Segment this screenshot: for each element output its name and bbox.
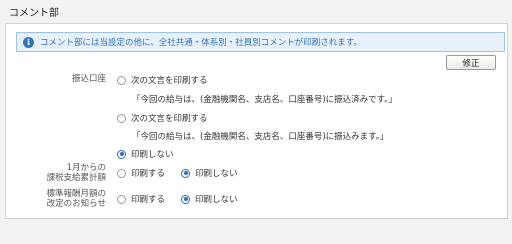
info-banner: i コメント部には当設定の他に、全社共通・体系別・社員別コメントが印刷されます。 [16,32,505,52]
option-label: 次の文言を印刷する [131,76,208,86]
option-label: 印刷する [131,169,166,179]
radio-taxable-none[interactable] [181,168,190,178]
edit-button[interactable]: 修正 [446,55,496,70]
transfer-done-message: 「今回の給与は、(金融機関名、支店名、口座番号)に振込済みです。」 [132,95,398,105]
radio-taxable-print[interactable] [117,168,126,178]
info-text: コメント部には当設定の他に、全社共通・体系別・社員別コメントが印刷されます。 [40,38,362,48]
taxable-cumulative-label: 1月からの 課税支給累計額 [6,163,106,183]
label-line: 改定のお知らせ [46,199,106,209]
standard-option-no-print[interactable]: 印刷しない [181,193,238,205]
taxable-option-print[interactable]: 印刷する [117,167,165,179]
standard-remuneration-label: 標準報酬月額の 改定のお知らせ [6,189,106,209]
transfer-option-print-done[interactable]: 次の文言を印刷する [117,74,208,86]
info-icon: i [23,36,34,48]
radio-standard-print[interactable] [117,194,126,204]
transfer-account-label: 振込口座 [71,74,106,84]
label-line: 課税支給累計額 [46,173,106,183]
taxable-option-no-print[interactable]: 印刷しない [181,167,238,179]
comment-settings-panel: i コメント部には当設定の他に、全社共通・体系別・社員別コメントが印刷されます。… [5,23,508,219]
radio-standard-none[interactable] [181,194,190,204]
radio-transfer-will[interactable] [117,113,126,123]
option-label: 印刷しない [131,150,174,160]
option-label: 印刷しない [195,195,238,205]
label-line: 1月からの [66,163,106,173]
standard-option-print[interactable]: 印刷する [117,193,165,205]
option-label: 印刷する [131,195,166,205]
transfer-will-message: 「今回の給与は、(金融機関名、支店名、口座番号)に振込みます。」 [132,132,389,142]
radio-transfer-done[interactable] [117,75,126,85]
option-label: 次の文言を印刷する [131,114,208,124]
transfer-option-no-print[interactable]: 印刷しない [117,148,174,160]
radio-transfer-none[interactable] [117,149,126,159]
label-line: 標準報酬月額の [46,189,106,199]
option-label: 印刷しない [195,169,238,179]
section-title: コメント部 [9,8,59,19]
transfer-option-print-will[interactable]: 次の文言を印刷する [117,112,208,124]
